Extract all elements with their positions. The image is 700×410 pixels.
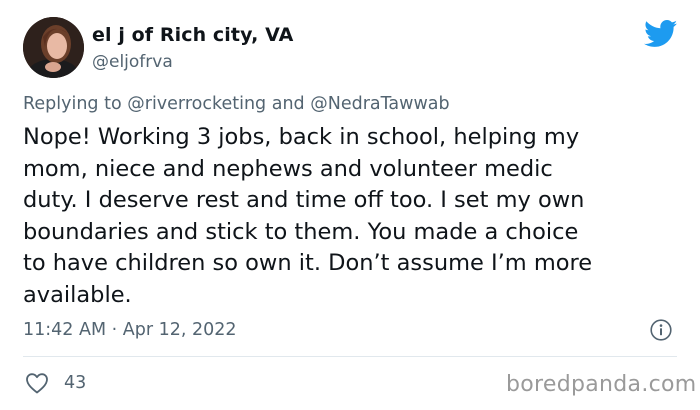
- user-handle[interactable]: @eljofrva: [92, 52, 173, 72]
- tweet-text-line: duty. I deserve rest and time off too. I…: [23, 187, 585, 214]
- replying-and: and: [271, 94, 305, 114]
- tweet-text-line: available.: [23, 281, 132, 308]
- like-count: 43: [64, 373, 87, 393]
- tweet-text-line: mom, niece and nephews and volunteer med…: [23, 155, 553, 182]
- replying-prefix: Replying to: [23, 94, 122, 114]
- heart-icon[interactable]: [25, 372, 49, 394]
- replying-to: Replying to @riverrocketing and @NedraTa…: [23, 94, 450, 114]
- reply-mention-1[interactable]: @riverrocketing: [127, 94, 266, 114]
- avatar[interactable]: [23, 17, 84, 78]
- display-name[interactable]: el j of Rich city, VA: [92, 24, 293, 46]
- divider: [23, 356, 677, 357]
- watermark: boredpanda.com: [506, 372, 697, 397]
- tweet-text: Nope! Working 3 jobs, back in school, he…: [23, 122, 683, 312]
- twitter-bird-icon[interactable]: [644, 20, 678, 48]
- tweet-text-line: to have children so own it. Don’t assume…: [23, 250, 593, 277]
- reply-mention-2[interactable]: @NedraTawwab: [310, 94, 449, 114]
- timestamp[interactable]: 11:42 AM · Apr 12, 2022: [23, 320, 237, 340]
- tweet-text-line: boundaries and stick to them. You made a…: [23, 218, 579, 245]
- tweet-text-line: Nope! Working 3 jobs, back in school, he…: [23, 124, 580, 150]
- tweet-card: el j of Rich city, VA @eljofrva Replying…: [0, 0, 700, 410]
- info-icon[interactable]: [650, 319, 672, 341]
